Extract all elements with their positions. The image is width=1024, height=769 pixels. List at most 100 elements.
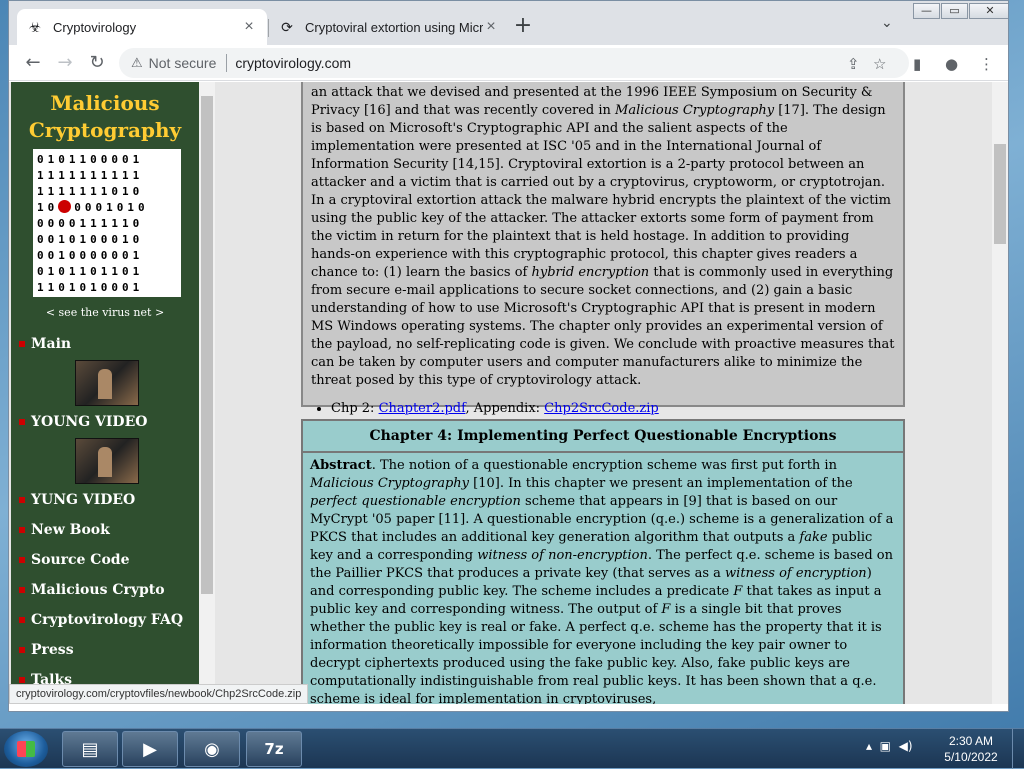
bullet-icon: [19, 587, 25, 593]
close-tab-icon[interactable]: ×: [483, 18, 499, 36]
speaker-figure: [98, 369, 112, 399]
see-virus-net-link[interactable]: < see the virus net >: [11, 306, 199, 319]
bullet-icon: [19, 497, 25, 503]
text-emphasis: Malicious Cryptography: [615, 103, 775, 118]
download-mid: , Appendix:: [465, 401, 545, 416]
sidebar-item-malicious-crypto[interactable]: Malicious Crypto: [19, 582, 165, 598]
text-emphasis: perfect questionable encryption: [310, 494, 521, 509]
bullet-icon: [19, 527, 25, 533]
text-emphasis: Malicious Cryptography: [310, 476, 470, 491]
sidebar-title-line1: Malicious: [50, 91, 160, 115]
sidebar-item-source-code[interactable]: Source Code: [19, 552, 130, 568]
sidebar-title: Malicious Cryptography: [11, 90, 199, 144]
text: [10]. In this chapter we present an impl…: [469, 476, 853, 491]
sidebar-scroll-thumb[interactable]: [201, 96, 213, 594]
menu-kebab-icon[interactable]: ⋮: [979, 55, 994, 73]
browser-window: ☣ Cryptovirology × ⟳ Cryptoviral extorti…: [8, 0, 1009, 712]
sidebar-item-label: Malicious Crypto: [31, 582, 165, 598]
text-emphasis: witness of encryption: [725, 566, 867, 581]
sidebar-item-label: New Book: [31, 522, 110, 538]
show-desktop-button[interactable]: [1012, 729, 1024, 769]
reload-icon[interactable]: ↻: [85, 51, 109, 75]
start-button[interactable]: [4, 731, 48, 767]
minimize-button[interactable]: —: [913, 3, 940, 19]
chrome-page-icon: ⟳: [281, 18, 293, 35]
tab-title: Cryptoviral extortion using Micro: [305, 19, 483, 35]
back-arrow-icon[interactable]: ←: [21, 51, 45, 75]
sidebar-item-yung-video[interactable]: YUNG VIDEO: [19, 492, 135, 508]
grid-row: 0101100001: [37, 153, 144, 166]
sidebar-item-press[interactable]: Press: [19, 642, 74, 658]
biohazard-icon: ☣: [28, 18, 42, 35]
sidebar-item-new-book[interactable]: New Book: [19, 522, 110, 538]
sidebar-item-label: YOUNG VIDEO: [31, 414, 148, 430]
sidebar-scrollbar[interactable]: [199, 82, 215, 704]
video-thumbnail-1[interactable]: [75, 360, 139, 406]
close-window-button[interactable]: ✕: [969, 3, 1008, 19]
grid-row: 0000111110: [37, 217, 144, 230]
clock-date: 5/10/2022: [944, 750, 998, 764]
chapter2-pdf-link[interactable]: Chapter2.pdf: [379, 401, 466, 416]
sidebar-item-label: Press: [31, 642, 74, 658]
address-bar[interactable]: ⚠ Not secure cryptovirology.com: [119, 48, 909, 78]
chapter2-summary: an attack that we devised and presented …: [311, 84, 895, 390]
system-tray[interactable]: ▴ ▣ ◀): [866, 739, 913, 753]
abstract-label: Abstract: [310, 458, 372, 473]
video-thumbnail-2[interactable]: [75, 438, 139, 484]
text-emphasis: witness of non-encryption: [477, 548, 648, 563]
security-label[interactable]: Not secure: [149, 55, 217, 71]
virus-net-grid[interactable]: 0101100001 1111111111 1111111010 10 00010…: [33, 149, 181, 297]
browser-toolbar: ← → ↻ ⚠ Not secure cryptovirology.com ⇪ …: [9, 45, 1008, 81]
tab-strip: ☣ Cryptovirology × ⟳ Cryptoviral extorti…: [9, 1, 1008, 45]
chp2-src-zip-link[interactable]: Chp2SrcCode.zip: [544, 401, 659, 416]
grid-row: 0010000001: [37, 249, 144, 262]
sidebar-item-main[interactable]: Main: [19, 336, 71, 352]
forward-arrow-icon[interactable]: →: [53, 51, 77, 75]
download-item: Chp 2: Chapter2.pdf, Appendix: Chp2SrcCo…: [331, 400, 895, 418]
page-scrollbar[interactable]: [992, 82, 1008, 704]
sidebar-item-faq[interactable]: Cryptovirology FAQ: [19, 612, 183, 628]
bullet-icon: [19, 557, 25, 563]
grid-row: 1101010001: [37, 281, 144, 294]
clock-time: 2:30 AM: [948, 734, 994, 748]
page-scroll-thumb[interactable]: [994, 144, 1006, 244]
media-player-icon[interactable]: ▶: [122, 731, 178, 767]
warning-icon[interactable]: ⚠: [131, 55, 143, 71]
grid-row: 1111111010: [37, 185, 144, 198]
close-tab-icon[interactable]: ×: [241, 18, 257, 36]
text: . The notion of a questionable encryptio…: [371, 458, 837, 473]
tab-cryptovirology[interactable]: ☣ Cryptovirology ×: [17, 9, 267, 45]
sidebar-item-label: Cryptovirology FAQ: [31, 612, 184, 628]
sidebar-item-young-video[interactable]: YOUNG VIDEO: [19, 414, 147, 430]
7zip-icon[interactable]: 7z: [246, 731, 302, 767]
sidebar: Malicious Cryptography 0101100001 111111…: [11, 82, 199, 704]
chapter4-heading: Chapter 4: Implementing Perfect Question…: [303, 421, 903, 453]
url-text[interactable]: cryptovirology.com: [235, 55, 351, 71]
taskbar: ▤ ▶ ◉ 7z ▴ ▣ ◀) 2:30 AM 5/10/2022: [0, 728, 1024, 769]
text: [17]. The design is based on Microsoft's…: [311, 103, 891, 280]
new-tab-button[interactable]: +: [509, 13, 537, 41]
restore-button[interactable]: ▭: [941, 3, 968, 19]
omnibox-divider: [226, 54, 228, 72]
grid-row: 0010100010: [37, 233, 144, 246]
chrome-icon[interactable]: ◉: [184, 731, 240, 767]
grid-row-with-virus: 10 0001010: [37, 200, 177, 216]
download-list: Chp 2: Chapter2.pdf, Appendix: Chp2SrcCo…: [331, 400, 895, 418]
clock[interactable]: 2:30 AM 5/10/2022: [936, 733, 1006, 765]
page-viewport: Malicious Cryptography 0101100001 111111…: [9, 82, 992, 704]
status-url-bubble: cryptovirology.com/cryptovfiles/newbook/…: [9, 684, 309, 704]
profile-avatar-icon[interactable]: ●: [945, 55, 958, 73]
download-prefix: Chp 2:: [331, 401, 379, 416]
grid-row-start: 10: [37, 201, 59, 214]
explorer-icon[interactable]: ▤: [62, 731, 118, 767]
speaker-figure: [98, 447, 112, 477]
chapter4-abstract: Abstract. The notion of a questionable e…: [303, 453, 903, 704]
share-icon[interactable]: ⇪: [847, 55, 860, 73]
grid-row-end: 0001010: [74, 201, 149, 214]
tab-cryptoviral-extortion[interactable]: ⟳ Cryptoviral extortion using Micro ×: [269, 9, 509, 45]
chapter4-box: Chapter 4: Implementing Perfect Question…: [301, 419, 905, 704]
bookmark-star-icon[interactable]: ☆: [873, 55, 886, 73]
tab-search-chevron-icon[interactable]: ⌄: [881, 15, 893, 31]
side-panel-icon[interactable]: ▮: [913, 55, 921, 73]
tab-title: Cryptovirology: [53, 19, 137, 35]
